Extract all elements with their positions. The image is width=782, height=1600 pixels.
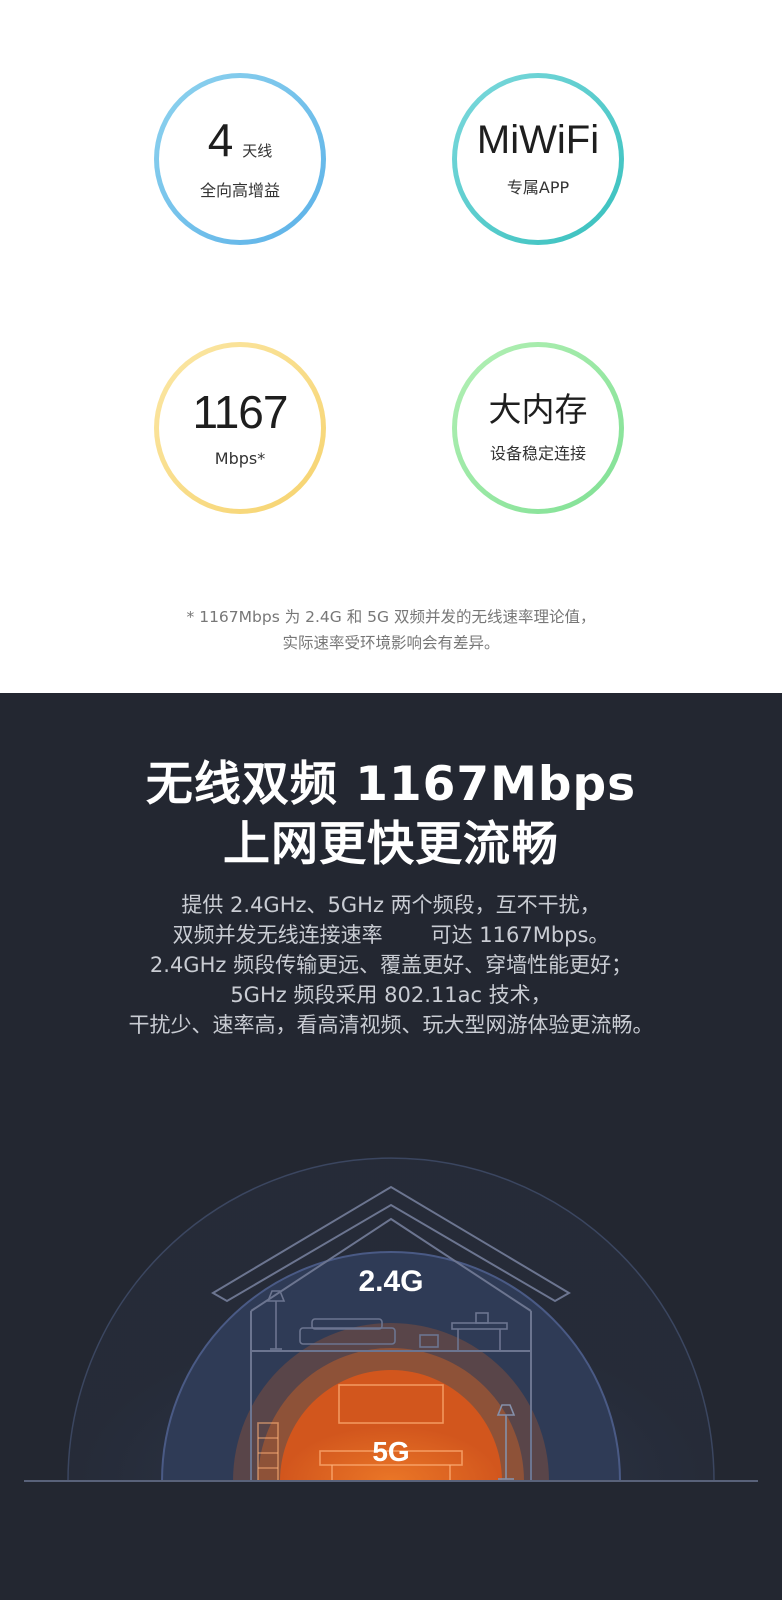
band-label-2-4g: 2.4G <box>358 1265 423 1298</box>
feature-speed: 1167 Mbps* <box>154 342 326 514</box>
feature-antenna: 4 天线 全向高增益 <box>154 73 326 245</box>
footnote-line-1: * 1167Mbps 为 2.4G 和 5G 双频并发的无线速率理论值， <box>186 608 596 626</box>
coverage-illustration: 2.4G 5G <box>24 1157 758 1482</box>
antenna-count: 4 <box>207 114 234 166</box>
headline-line-2: 上网更快更流畅 <box>223 817 559 872</box>
desc-line-2b: 可达 1167Mbps。 <box>430 923 610 947</box>
section-description: 提供 2.4GHz、5GHz 两个频段，互不干扰， 双频并发无线连接速率 可达 1… <box>0 890 782 1040</box>
headline-line-1: 无线双频 1167Mbps <box>145 757 637 812</box>
desc-line-5: 干扰少、速率高，看高清视频、玩大型网游体验更流畅。 <box>128 1013 654 1037</box>
antenna-desc: 全向高增益 <box>199 181 280 200</box>
section-headline: 无线双频 1167Mbps 上网更快更流畅 <box>0 755 782 875</box>
speed-footnote: * 1167Mbps 为 2.4G 和 5G 双频并发的无线速率理论值， 实际速… <box>0 604 782 656</box>
feature-memory: 大内存 设备稳定连接 <box>452 342 624 514</box>
desc-line-4: 5GHz 频段采用 802.11ac 技术， <box>230 983 552 1007</box>
app-name: MiWiFi <box>476 118 600 162</box>
desc-line-2a: 双频并发无线连接速率 <box>172 923 383 947</box>
desc-line-3: 2.4GHz 频段传输更远、覆盖更好、穿墙性能更好； <box>149 953 633 977</box>
speed-unit: Mbps* <box>214 448 266 468</box>
memory-title: 大内存 <box>488 389 588 429</box>
features-section: 4 天线 全向高增益 MiWiFi 专属APP 1167 Mbps* 大内存 设… <box>0 0 782 693</box>
antenna-unit: 天线 <box>242 142 273 160</box>
footnote-line-2: 实际速率受环境影响会有差异。 <box>282 634 500 652</box>
desc-line-1: 提供 2.4GHz、5GHz 两个频段，互不干扰， <box>181 893 601 917</box>
speed-value: 1167 <box>192 385 289 438</box>
desc-line-2: 双频并发无线连接速率 可达 1167Mbps。 <box>0 920 782 950</box>
app-desc: 专属APP <box>506 178 570 197</box>
memory-desc: 设备稳定连接 <box>489 443 586 463</box>
band-label-5g: 5G <box>372 1436 409 1467</box>
dual-band-section: 无线双频 1167Mbps 上网更快更流畅 提供 2.4GHz、5GHz 两个频… <box>0 693 782 1600</box>
feature-app: MiWiFi 专属APP <box>452 73 624 245</box>
